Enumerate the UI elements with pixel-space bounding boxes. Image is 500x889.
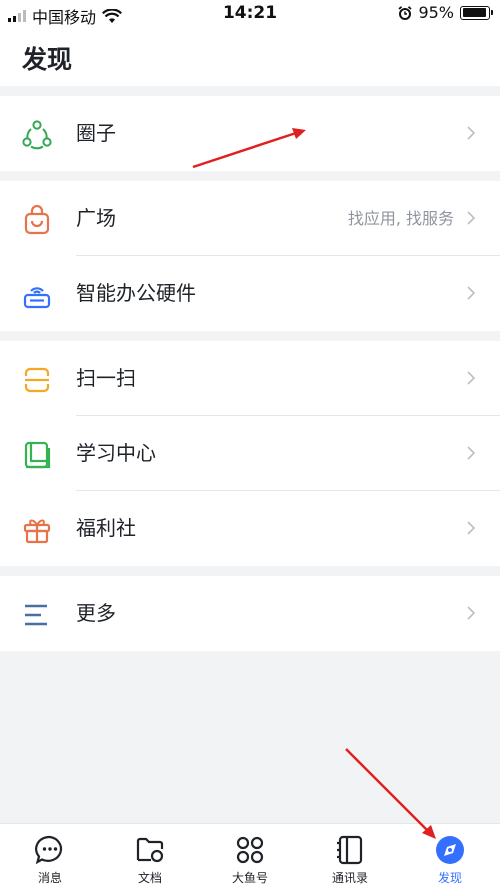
row-community[interactable]: 圈子 bbox=[0, 96, 500, 171]
alarm-icon bbox=[398, 5, 413, 20]
battery-percent: 95% bbox=[418, 3, 454, 22]
status-right: 95% bbox=[398, 3, 493, 22]
row-welfare[interactable]: 福利社 bbox=[0, 491, 500, 566]
message-icon bbox=[35, 835, 63, 865]
group-more: 更多 bbox=[0, 576, 500, 651]
row-label: 福利社 bbox=[76, 516, 136, 540]
row-label: 扫一扫 bbox=[76, 366, 136, 390]
row-learning-center[interactable]: 学习中心 bbox=[0, 416, 500, 491]
contacts-book-icon bbox=[337, 835, 363, 865]
scan-icon bbox=[24, 367, 50, 393]
row-label: 更多 bbox=[76, 601, 116, 625]
circle-community-icon bbox=[22, 120, 52, 150]
chevron-right-icon bbox=[467, 126, 476, 140]
chevron-right-icon bbox=[467, 211, 476, 225]
row-more[interactable]: 更多 bbox=[0, 576, 500, 651]
row-smart-hardware[interactable]: 智能办公硬件 bbox=[0, 256, 500, 331]
tab-contacts[interactable]: 通讯录 bbox=[300, 824, 400, 889]
row-label: 智能办公硬件 bbox=[76, 281, 196, 305]
group-square: 广场 找应用, 找服务 智能办公硬件 bbox=[0, 181, 500, 331]
header: 发现 bbox=[0, 30, 500, 86]
group-tools: 扫一扫 学习中心 福利社 bbox=[0, 341, 500, 566]
chevron-right-icon bbox=[467, 371, 476, 385]
row-label: 圈子 bbox=[76, 121, 116, 145]
tab-label: 发现 bbox=[437, 871, 462, 885]
tab-dayu[interactable]: 大鱼号 bbox=[200, 824, 300, 889]
tab-label: 通讯录 bbox=[331, 871, 368, 885]
shopping-bag-icon bbox=[24, 205, 50, 235]
tab-bar: 消息 文档 大鱼号 通讯录 发现 bbox=[0, 823, 500, 889]
chevron-right-icon bbox=[467, 606, 476, 620]
tab-messages[interactable]: 消息 bbox=[0, 824, 100, 889]
chevron-right-icon bbox=[467, 521, 476, 535]
discover-icon bbox=[436, 836, 464, 864]
tab-label: 消息 bbox=[37, 871, 62, 885]
tab-label: 文档 bbox=[137, 871, 162, 885]
row-scan[interactable]: 扫一扫 bbox=[0, 341, 500, 416]
docs-folder-icon bbox=[136, 837, 164, 863]
chevron-right-icon bbox=[467, 286, 476, 300]
tab-docs[interactable]: 文档 bbox=[100, 824, 200, 889]
row-label: 广场 bbox=[76, 206, 116, 230]
gift-icon bbox=[23, 519, 51, 544]
group-community: 圈子 bbox=[0, 96, 500, 171]
row-square[interactable]: 广场 找应用, 找服务 bbox=[0, 181, 500, 256]
tab-discover[interactable]: 发现 bbox=[400, 824, 500, 889]
menu-lines-icon bbox=[25, 604, 47, 626]
smart-hardware-icon bbox=[23, 287, 51, 309]
row-hint: 找应用, 找服务 bbox=[347, 209, 454, 228]
grid-apps-icon bbox=[236, 836, 264, 864]
tab-label: 大鱼号 bbox=[231, 871, 268, 885]
page-title: 发现 bbox=[22, 45, 73, 74]
row-label: 学习中心 bbox=[76, 441, 156, 465]
book-icon bbox=[24, 441, 51, 469]
chevron-right-icon bbox=[467, 446, 476, 460]
status-bar: 中国移动 14:21 95% bbox=[0, 0, 500, 30]
battery-icon bbox=[460, 5, 493, 20]
